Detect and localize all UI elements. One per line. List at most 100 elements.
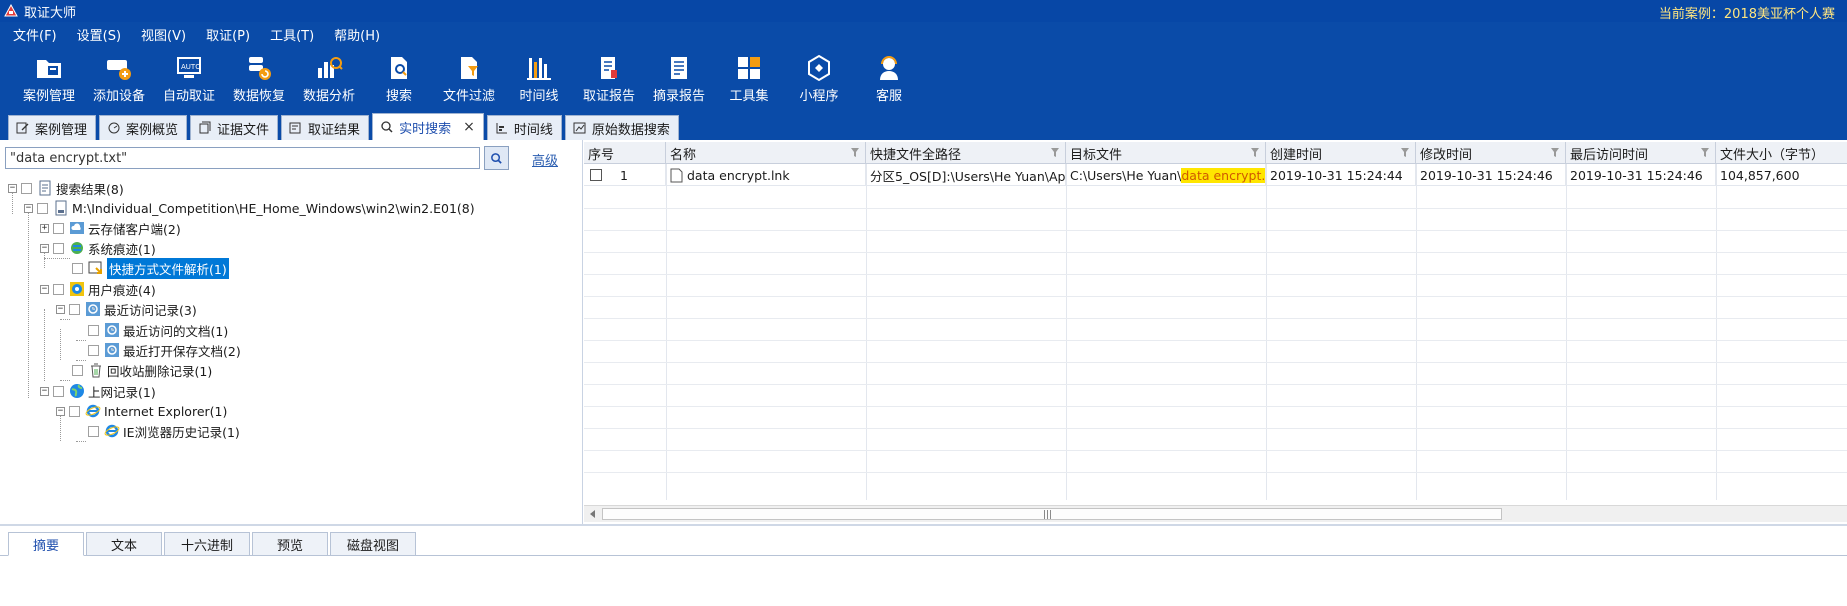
file-copy-icon	[199, 121, 211, 134]
tree-node-user-traces[interactable]: − 用户痕迹(4)	[40, 279, 156, 299]
case-management-button[interactable]: 案例管理	[14, 46, 84, 104]
tab-summary[interactable]: 摘要	[8, 532, 84, 556]
tab-case-management[interactable]: 案例管理	[8, 115, 97, 140]
advanced-search-link[interactable]: 高级	[532, 150, 558, 169]
tree-checkbox[interactable]	[69, 405, 80, 417]
menu-file[interactable]: 文件(F)	[10, 23, 60, 46]
collapse-toggle[interactable]: −	[40, 386, 49, 396]
menu-help[interactable]: 帮助(H)	[331, 23, 383, 46]
tab-forensic-results[interactable]: 取证结果	[281, 115, 370, 140]
tab-raw-data-search[interactable]: 原始数据搜索	[564, 115, 679, 140]
excerpt-report-button[interactable]: 摘录报告	[644, 46, 714, 104]
row-checkbox[interactable]	[590, 169, 602, 181]
tree-checkbox[interactable]	[53, 222, 64, 234]
file-filter-button[interactable]: 文件过滤	[434, 46, 504, 104]
column-header-target-file[interactable]: 目标文件	[1066, 142, 1266, 164]
cell-size: 104,857,600	[1720, 167, 1800, 183]
collapse-toggle[interactable]: −	[56, 304, 65, 314]
collapse-toggle[interactable]: −	[8, 183, 17, 193]
shortcut-file-icon	[670, 168, 683, 182]
tab-text[interactable]: 文本	[86, 532, 162, 556]
menu-view[interactable]: 视图(V)	[138, 23, 189, 46]
column-header-shortcut-path[interactable]: 快捷文件全路径	[866, 142, 1066, 164]
scroll-left-icon[interactable]	[588, 509, 598, 519]
tab-hex[interactable]: 十六进制	[164, 532, 250, 556]
column-header-accessed[interactable]: 最后访问时间	[1566, 142, 1716, 164]
customer-service-button[interactable]: 客服	[854, 46, 924, 104]
search-button[interactable]: 搜索	[364, 46, 434, 104]
column-header-index[interactable]: 序号	[584, 142, 666, 164]
tree-checkbox[interactable]	[88, 324, 99, 336]
column-header-modified[interactable]: 修改时间	[1416, 142, 1566, 164]
table-row[interactable]: 1 data encrypt.lnk 分区5_OS[D]:\Users\He Y…	[584, 164, 1847, 186]
forensic-report-button[interactable]: 取证报告	[574, 46, 644, 104]
collapse-toggle[interactable]: −	[56, 406, 65, 416]
collapse-toggle[interactable]: −	[24, 203, 33, 213]
chart-icon	[573, 122, 586, 134]
menu-forensics[interactable]: 取证(P)	[203, 23, 253, 46]
close-icon[interactable]: ×	[463, 119, 475, 135]
recent-doc-icon	[105, 323, 119, 337]
search-input[interactable]	[5, 147, 480, 169]
globe-icon	[70, 384, 84, 398]
tab-disk-view[interactable]: 磁盘视图	[330, 532, 416, 556]
shortcut-file-icon	[88, 261, 102, 274]
filter-icon[interactable]	[1701, 148, 1709, 157]
horizontal-scrollbar[interactable]: |||	[584, 505, 1847, 522]
auto-forensics-button[interactable]: AUTO 自动取证	[154, 46, 224, 104]
tree-checkbox[interactable]	[72, 364, 83, 376]
menu-settings[interactable]: 设置(S)	[74, 23, 124, 46]
toolset-button[interactable]: 工具集	[714, 46, 784, 104]
tab-preview[interactable]: 预览	[252, 532, 328, 556]
tab-timeline[interactable]: 时间线	[486, 115, 562, 140]
menu-tools[interactable]: 工具(T)	[267, 23, 317, 46]
collapse-toggle[interactable]: −	[40, 284, 49, 294]
data-recovery-button[interactable]: 数据恢复	[224, 46, 294, 104]
filter-icon[interactable]	[1251, 148, 1259, 157]
tab-case-overview[interactable]: 案例概览	[99, 115, 188, 140]
tree-checkbox[interactable]	[72, 262, 83, 274]
data-recovery-icon	[249, 57, 271, 80]
scrollbar-thumb[interactable]: |||	[602, 508, 1502, 520]
tree-checkbox[interactable]	[53, 385, 64, 397]
internet-explorer-icon	[85, 404, 101, 418]
timeline-button[interactable]: 时间线	[504, 46, 574, 104]
user-traces-icon	[70, 282, 84, 296]
search-icon	[491, 152, 502, 164]
filter-icon[interactable]	[1551, 148, 1559, 157]
tree-node-evidence-image[interactable]: − M:\Individual_Competition\HE_Home_Wind…	[24, 198, 475, 218]
tab-evidence-files[interactable]: 证据文件	[190, 115, 279, 140]
tree-checkbox[interactable]	[37, 202, 48, 214]
tree-node-search-results[interactable]: − 搜索结果(8)	[8, 178, 124, 198]
tree-node-system-traces[interactable]: − 系统痕迹(1)	[40, 238, 156, 258]
tree-checkbox[interactable]	[88, 344, 99, 356]
tree-node-ie-history[interactable]: IE浏览器历史记录(1)	[88, 421, 240, 441]
filter-icon[interactable]	[1401, 148, 1409, 157]
tree-node-recent-docs[interactable]: 最近访问的文档(1)	[88, 320, 228, 340]
tree-checkbox[interactable]	[21, 182, 32, 194]
tree-node-internet-explorer[interactable]: − Internet Explorer(1)	[56, 401, 227, 421]
tab-realtime-search[interactable]: 实时搜索 ×	[372, 113, 484, 140]
tree-node-cloud-storage[interactable]: + 云存储客户端(2)	[40, 218, 181, 238]
column-header-size[interactable]: 文件大小（字节）	[1716, 142, 1847, 164]
tree-node-recent-open-save[interactable]: 最近打开保存文档(2)	[88, 340, 241, 360]
row-select-cell[interactable]: 1	[584, 164, 666, 186]
data-analysis-button[interactable]: 数据分析	[294, 46, 364, 104]
tree-checkbox[interactable]	[53, 242, 64, 254]
add-device-button[interactable]: 添加设备	[84, 46, 154, 104]
tree-node-recent-access[interactable]: − 最近访问记录(3)	[56, 299, 197, 319]
collapse-toggle[interactable]: −	[40, 243, 49, 253]
tree-checkbox[interactable]	[88, 425, 99, 437]
tree-checkbox[interactable]	[53, 283, 64, 295]
tree-checkbox[interactable]	[69, 303, 80, 315]
expand-toggle[interactable]: +	[40, 223, 49, 233]
filter-icon[interactable]	[851, 148, 859, 157]
tree-node-shortcut-parsing[interactable]: 快捷方式文件解析(1)	[72, 257, 229, 279]
column-header-name[interactable]: 名称	[666, 142, 866, 164]
mini-program-button[interactable]: 小程序	[784, 46, 854, 104]
filter-icon[interactable]	[1051, 148, 1059, 157]
column-header-created[interactable]: 创建时间	[1266, 142, 1416, 164]
tree-node-web-history[interactable]: − 上网记录(1)	[40, 381, 156, 401]
tree-node-recycle-bin[interactable]: 回收站删除记录(1)	[72, 360, 212, 380]
search-submit-button[interactable]	[484, 146, 509, 170]
